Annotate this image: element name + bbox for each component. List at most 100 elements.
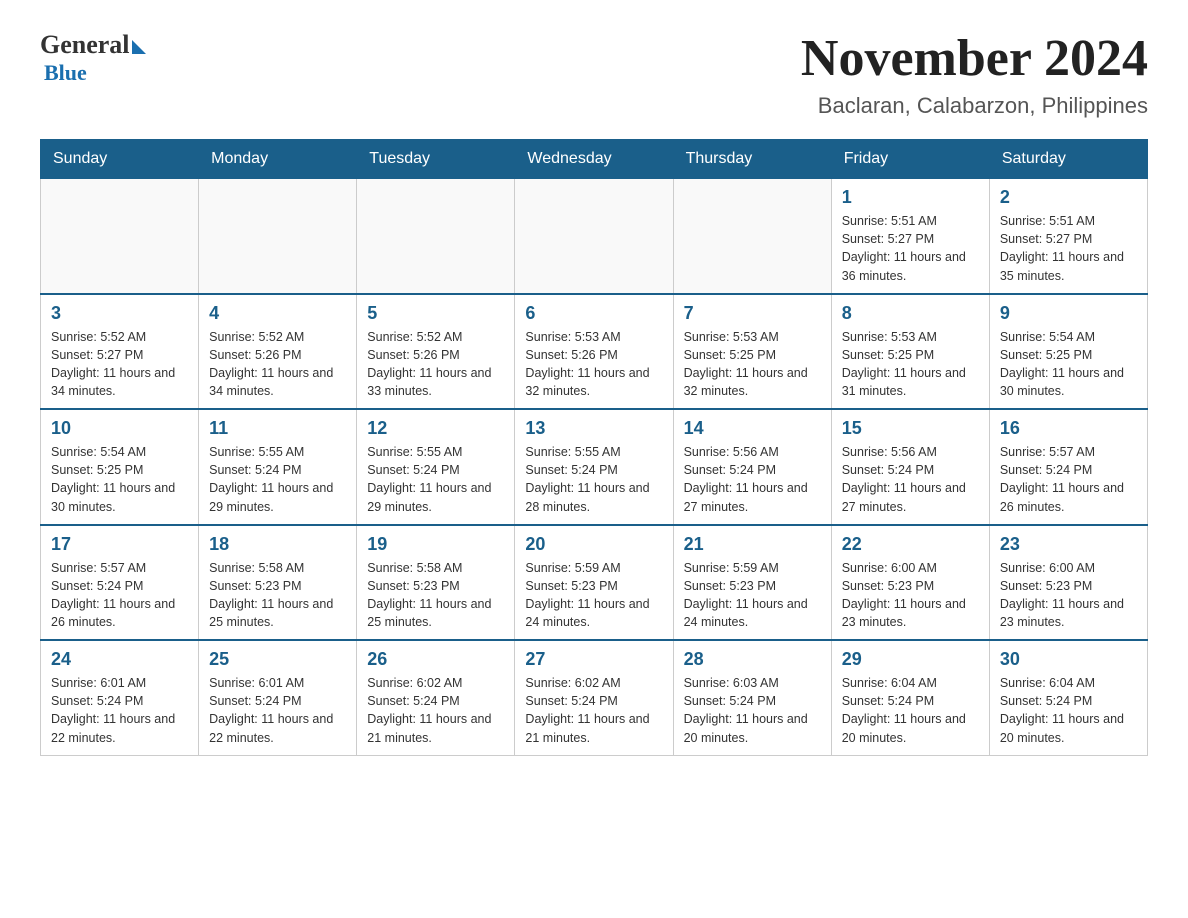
day-number: 4 [209, 303, 346, 324]
day-number: 2 [1000, 187, 1137, 208]
day-info: Sunrise: 5:55 AM Sunset: 5:24 PM Dayligh… [525, 443, 662, 516]
calendar-day-header: Friday [831, 140, 989, 179]
calendar-cell: 1 Sunrise: 5:51 AM Sunset: 5:27 PM Daylig… [831, 179, 989, 294]
day-number: 3 [51, 303, 188, 324]
calendar-cell: 3 Sunrise: 5:52 AM Sunset: 5:27 PM Daylig… [41, 294, 199, 410]
day-info: Sunrise: 5:58 AM Sunset: 5:23 PM Dayligh… [367, 559, 504, 632]
day-info: Sunrise: 5:58 AM Sunset: 5:23 PM Dayligh… [209, 559, 346, 632]
logo-blue-text: Blue [44, 60, 87, 85]
calendar-cell: 24 Sunrise: 6:01 AM Sunset: 5:24 PM Dayli… [41, 640, 199, 755]
day-number: 5 [367, 303, 504, 324]
day-info: Sunrise: 5:59 AM Sunset: 5:23 PM Dayligh… [525, 559, 662, 632]
day-info: Sunrise: 6:02 AM Sunset: 5:24 PM Dayligh… [367, 674, 504, 747]
calendar-cell: 4Sunrise: 5:52 AM Sunset: 5:26 PM Daylig… [199, 294, 357, 410]
day-info: Sunrise: 5:55 AM Sunset: 5:24 PM Dayligh… [209, 443, 346, 516]
calendar-cell [41, 179, 199, 294]
day-number: 24 [51, 649, 188, 670]
day-number: 12 [367, 418, 504, 439]
day-info: Sunrise: 5:56 AM Sunset: 5:24 PM Dayligh… [842, 443, 979, 516]
calendar-cell: 20Sunrise: 5:59 AM Sunset: 5:23 PM Dayli… [515, 525, 673, 641]
day-number: 1 [842, 187, 979, 208]
calendar-week-row: 10Sunrise: 5:54 AM Sunset: 5:25 PM Dayli… [41, 409, 1148, 525]
page-subtitle: Baclaran, Calabarzon, Philippines [801, 93, 1148, 119]
calendar-cell: 11 Sunrise: 5:55 AM Sunset: 5:24 PM Dayli… [199, 409, 357, 525]
day-number: 26 [367, 649, 504, 670]
day-number: 6 [525, 303, 662, 324]
calendar-week-row: 24 Sunrise: 6:01 AM Sunset: 5:24 PM Dayli… [41, 640, 1148, 755]
calendar-cell: 27Sunrise: 6:02 AM Sunset: 5:24 PM Dayli… [515, 640, 673, 755]
logo: General Blue [40, 30, 146, 86]
calendar-cell: 29 Sunrise: 6:04 AM Sunset: 5:24 PM Dayli… [831, 640, 989, 755]
day-info: Sunrise: 5:56 AM Sunset: 5:24 PM Dayligh… [684, 443, 821, 516]
calendar-week-row: 3 Sunrise: 5:52 AM Sunset: 5:27 PM Daylig… [41, 294, 1148, 410]
calendar-cell: 17 Sunrise: 5:57 AM Sunset: 5:24 PM Dayli… [41, 525, 199, 641]
day-info: Sunrise: 5:51 AM Sunset: 5:27 PM Dayligh… [842, 212, 979, 285]
day-number: 25 [209, 649, 346, 670]
logo-arrow-icon [132, 40, 146, 54]
day-info: Sunrise: 5:54 AM Sunset: 5:25 PM Dayligh… [51, 443, 188, 516]
day-info: Sunrise: 5:55 AM Sunset: 5:24 PM Dayligh… [367, 443, 504, 516]
calendar-day-header: Monday [199, 140, 357, 179]
calendar-cell: 2 Sunrise: 5:51 AM Sunset: 5:27 PM Daylig… [989, 179, 1147, 294]
calendar-day-header: Tuesday [357, 140, 515, 179]
day-info: Sunrise: 5:53 AM Sunset: 5:25 PM Dayligh… [684, 328, 821, 401]
calendar-cell: 12 Sunrise: 5:55 AM Sunset: 5:24 PM Dayli… [357, 409, 515, 525]
day-number: 23 [1000, 534, 1137, 555]
day-number: 9 [1000, 303, 1137, 324]
page-header: General Blue November 2024 Baclaran, Cal… [40, 30, 1148, 119]
calendar-cell [515, 179, 673, 294]
calendar-day-header: Saturday [989, 140, 1147, 179]
day-info: Sunrise: 6:01 AM Sunset: 5:24 PM Dayligh… [51, 674, 188, 747]
day-info: Sunrise: 6:02 AM Sunset: 5:24 PM Dayligh… [525, 674, 662, 747]
day-number: 17 [51, 534, 188, 555]
day-number: 16 [1000, 418, 1137, 439]
day-info: Sunrise: 6:04 AM Sunset: 5:24 PM Dayligh… [842, 674, 979, 747]
day-number: 14 [684, 418, 821, 439]
calendar-cell: 25 Sunrise: 6:01 AM Sunset: 5:24 PM Dayli… [199, 640, 357, 755]
calendar-day-header: Thursday [673, 140, 831, 179]
day-number: 22 [842, 534, 979, 555]
day-number: 28 [684, 649, 821, 670]
day-number: 18 [209, 534, 346, 555]
calendar-cell: 7Sunrise: 5:53 AM Sunset: 5:25 PM Daylig… [673, 294, 831, 410]
title-block: November 2024 Baclaran, Calabarzon, Phil… [801, 30, 1148, 119]
day-number: 19 [367, 534, 504, 555]
calendar-cell: 9 Sunrise: 5:54 AM Sunset: 5:25 PM Daylig… [989, 294, 1147, 410]
calendar-header-row: SundayMondayTuesdayWednesdayThursdayFrid… [41, 140, 1148, 179]
day-info: Sunrise: 6:01 AM Sunset: 5:24 PM Dayligh… [209, 674, 346, 747]
day-info: Sunrise: 5:51 AM Sunset: 5:27 PM Dayligh… [1000, 212, 1137, 285]
calendar-cell: 23 Sunrise: 6:00 AM Sunset: 5:23 PM Dayli… [989, 525, 1147, 641]
day-info: Sunrise: 6:00 AM Sunset: 5:23 PM Dayligh… [1000, 559, 1137, 632]
day-info: Sunrise: 5:54 AM Sunset: 5:25 PM Dayligh… [1000, 328, 1137, 401]
day-info: Sunrise: 5:53 AM Sunset: 5:25 PM Dayligh… [842, 328, 979, 401]
calendar-cell: 30 Sunrise: 6:04 AM Sunset: 5:24 PM Dayli… [989, 640, 1147, 755]
day-info: Sunrise: 5:52 AM Sunset: 5:26 PM Dayligh… [367, 328, 504, 401]
day-number: 29 [842, 649, 979, 670]
calendar-cell: 14 Sunrise: 5:56 AM Sunset: 5:24 PM Dayli… [673, 409, 831, 525]
day-info: Sunrise: 5:57 AM Sunset: 5:24 PM Dayligh… [51, 559, 188, 632]
calendar-cell: 13 Sunrise: 5:55 AM Sunset: 5:24 PM Dayli… [515, 409, 673, 525]
day-number: 13 [525, 418, 662, 439]
calendar-cell: 15Sunrise: 5:56 AM Sunset: 5:24 PM Dayli… [831, 409, 989, 525]
calendar-cell: 5 Sunrise: 5:52 AM Sunset: 5:26 PM Daylig… [357, 294, 515, 410]
calendar-cell [357, 179, 515, 294]
day-number: 30 [1000, 649, 1137, 670]
day-info: Sunrise: 6:04 AM Sunset: 5:24 PM Dayligh… [1000, 674, 1137, 747]
calendar-cell: 22Sunrise: 6:00 AM Sunset: 5:23 PM Dayli… [831, 525, 989, 641]
calendar-cell [673, 179, 831, 294]
day-info: Sunrise: 5:53 AM Sunset: 5:26 PM Dayligh… [525, 328, 662, 401]
calendar-cell: 26 Sunrise: 6:02 AM Sunset: 5:24 PM Dayli… [357, 640, 515, 755]
calendar-table: SundayMondayTuesdayWednesdayThursdayFrid… [40, 139, 1148, 756]
logo-general-text: General [40, 30, 130, 60]
day-info: Sunrise: 5:59 AM Sunset: 5:23 PM Dayligh… [684, 559, 821, 632]
calendar-cell [199, 179, 357, 294]
calendar-day-header: Wednesday [515, 140, 673, 179]
calendar-week-row: 1 Sunrise: 5:51 AM Sunset: 5:27 PM Daylig… [41, 179, 1148, 294]
calendar-week-row: 17 Sunrise: 5:57 AM Sunset: 5:24 PM Dayli… [41, 525, 1148, 641]
calendar-cell: 21Sunrise: 5:59 AM Sunset: 5:23 PM Dayli… [673, 525, 831, 641]
calendar-cell: 6 Sunrise: 5:53 AM Sunset: 5:26 PM Daylig… [515, 294, 673, 410]
day-info: Sunrise: 5:52 AM Sunset: 5:27 PM Dayligh… [51, 328, 188, 401]
day-info: Sunrise: 6:03 AM Sunset: 5:24 PM Dayligh… [684, 674, 821, 747]
day-number: 11 [209, 418, 346, 439]
calendar-cell: 16Sunrise: 5:57 AM Sunset: 5:24 PM Dayli… [989, 409, 1147, 525]
